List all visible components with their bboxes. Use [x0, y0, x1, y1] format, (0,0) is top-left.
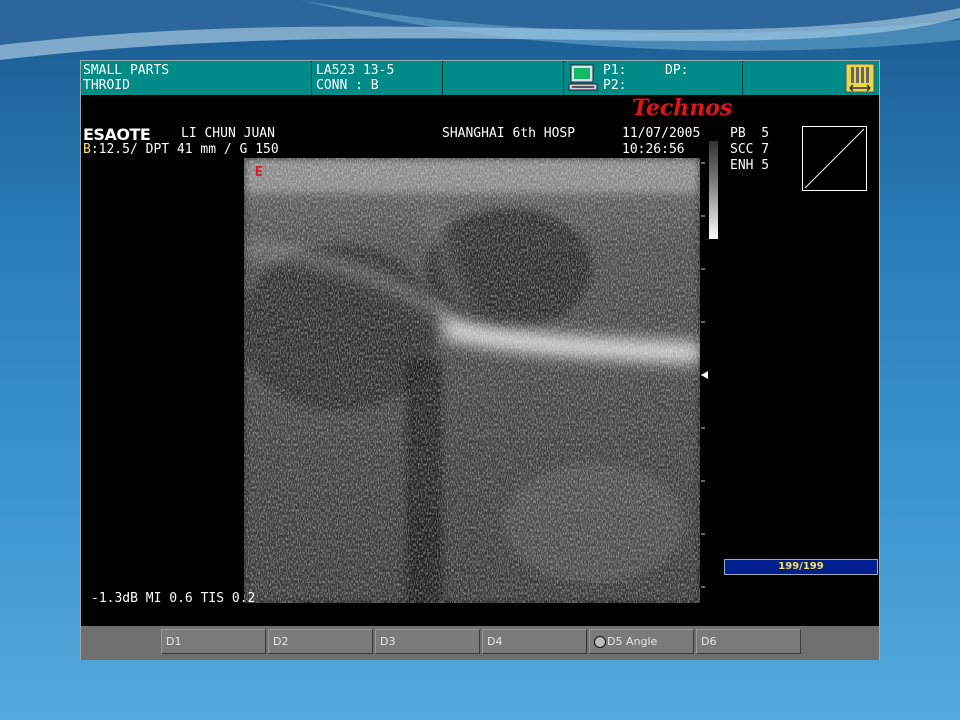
- empty-cell: [443, 61, 564, 95]
- b-mode-settings: B:12.5/ DPT 41 mm / G 150: [83, 142, 279, 158]
- scan-cell[interactable]: [743, 61, 879, 95]
- function-key-d2[interactable]: D2: [268, 629, 373, 654]
- function-key-d5-angle[interactable]: D5 Angle: [589, 629, 694, 654]
- p1-label: P1:: [603, 63, 627, 78]
- dp-label: DP:: [665, 63, 689, 78]
- acoustic-output: -1.3dB MI 0.6 TIS 0.2: [91, 591, 256, 606]
- ultrasound-image[interactable]: [244, 158, 700, 603]
- organ-label: THROID: [83, 78, 130, 93]
- pb-setting: PB 5: [730, 126, 770, 141]
- function-key-d1[interactable]: D1: [161, 629, 266, 654]
- angle-knob-icon: [594, 636, 606, 648]
- function-key-d5-label: D5 Angle: [607, 635, 658, 648]
- technos-logo: Technos: [632, 95, 733, 121]
- patient-name: LI CHUN JUAN: [181, 126, 275, 141]
- b-mode-prefix: B: [83, 142, 91, 157]
- monitor-icon: [568, 64, 598, 91]
- probe-label: LA523 13-5: [316, 63, 395, 78]
- preset-cell[interactable]: SMALL PARTS THROID: [81, 61, 312, 95]
- preset-label: SMALL PARTS: [83, 63, 170, 78]
- hospital-name: SHANGHAI 6th HOSP: [442, 126, 576, 141]
- enh-setting: ENH 5: [730, 158, 770, 173]
- function-key-d3[interactable]: D3: [375, 629, 480, 654]
- function-key-d6[interactable]: D6: [696, 629, 801, 654]
- conn-label: CONN : B: [316, 78, 379, 93]
- focus-marker: E: [255, 165, 263, 180]
- probe-cell[interactable]: LA523 13-5 CONN : B: [312, 61, 443, 95]
- scan-area-icon[interactable]: [845, 63, 875, 93]
- function-key-d4[interactable]: D4: [482, 629, 587, 654]
- header-bar: SMALL PARTS THROID LA523 13-5 CONN : B P…: [81, 61, 879, 95]
- exam-time: 10:26:56: [622, 142, 685, 157]
- exam-date: 11/07/2005: [622, 126, 701, 141]
- focus-pointer-icon[interactable]: [701, 371, 708, 379]
- grayscale-bar: [709, 141, 718, 239]
- probe-orientation-box: [802, 126, 867, 191]
- depth-scale: [701, 162, 708, 588]
- p2-label: P2:: [603, 78, 627, 93]
- function-key-bar: D1 D2 D3 D4 D5 Angle D6: [81, 626, 879, 660]
- scc-setting: SCC 7: [730, 142, 770, 157]
- frame-counter[interactable]: 199/199: [724, 559, 878, 575]
- b-mode-values: :12.5/ DPT 41 mm / G 150: [90, 142, 279, 157]
- ultrasound-screen: SMALL PARTS THROID LA523 13-5 CONN : B P…: [80, 60, 880, 660]
- peripheral-cell[interactable]: P1: P2: DP:: [564, 61, 743, 95]
